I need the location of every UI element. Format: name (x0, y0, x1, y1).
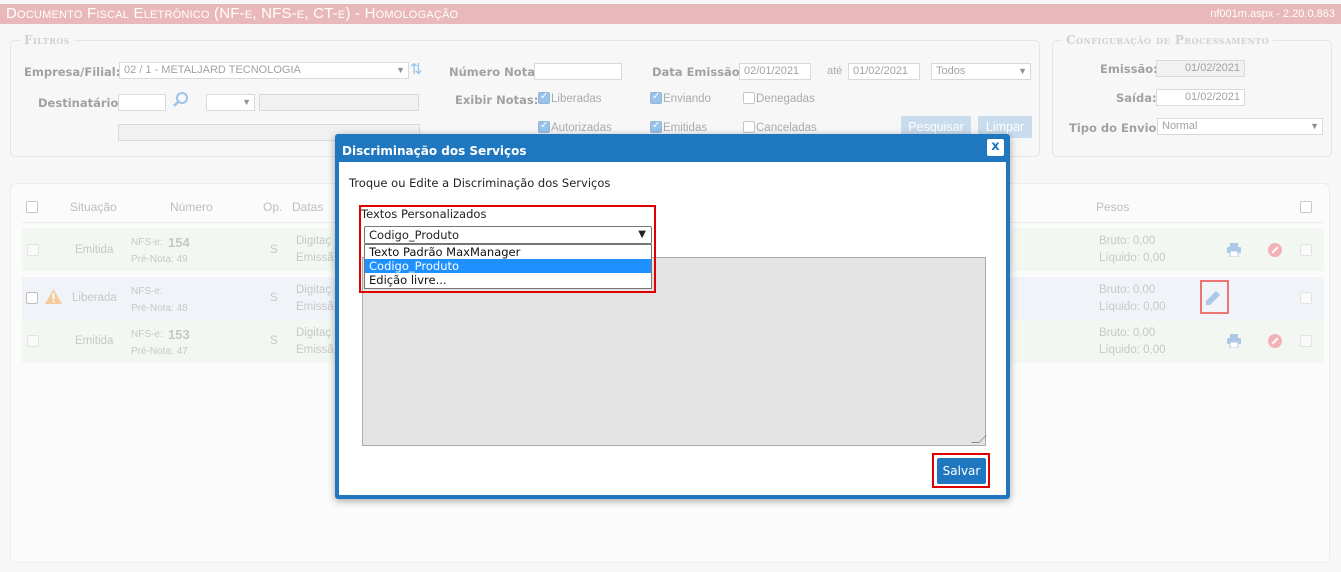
save-highlight-box (932, 453, 990, 488)
discriminacao-dialog: Discriminação dos Serviços x Troque ou E… (335, 134, 1010, 499)
dialog-body: Troque ou Edite a Discriminação dos Serv… (339, 162, 1006, 495)
select-highlight-box (359, 205, 656, 293)
close-button[interactable]: x (987, 139, 1004, 156)
dialog-subtitle: Troque ou Edite a Discriminação dos Serv… (349, 176, 611, 190)
dialog-title: Discriminação dos Serviços (342, 144, 527, 158)
